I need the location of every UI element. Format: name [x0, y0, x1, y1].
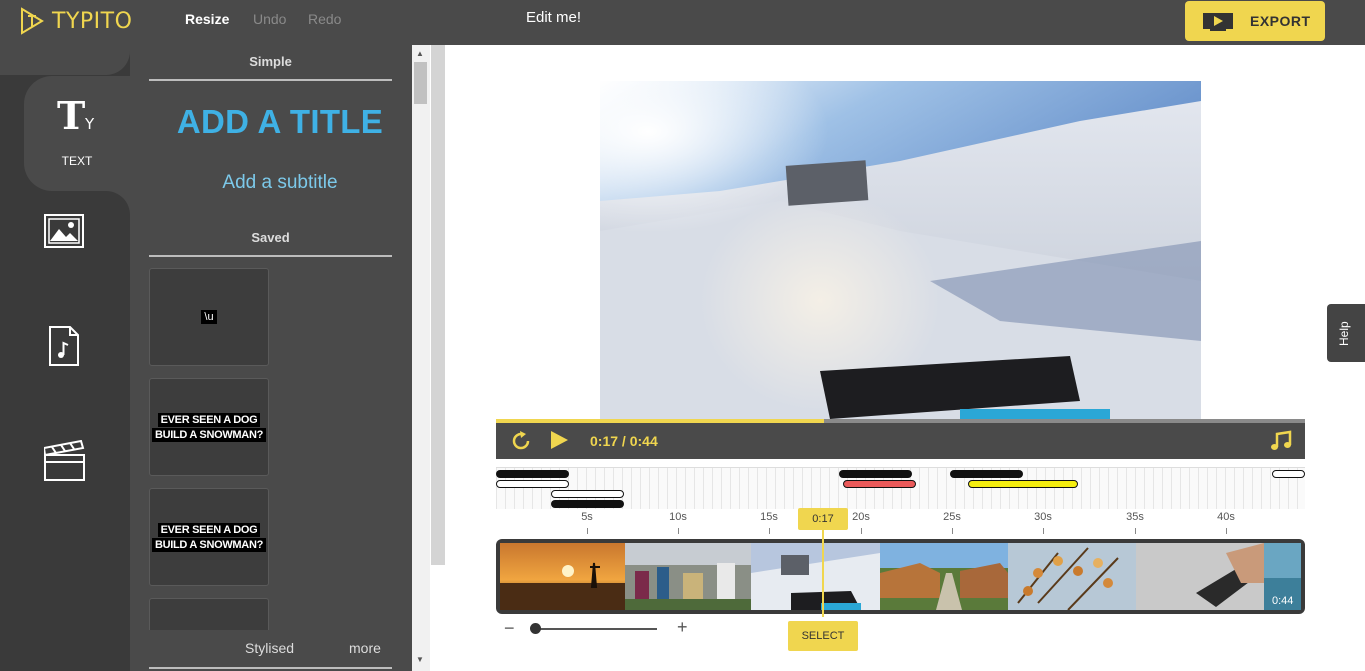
clapperboard-icon[interactable]: [44, 440, 86, 482]
typito-logo-icon: [21, 7, 44, 35]
saved-item-line: BUILD A SNOWMAN?: [151, 537, 267, 552]
export-button[interactable]: EXPORT: [1185, 1, 1325, 41]
clip-thumbnail-leaves[interactable]: [1008, 543, 1136, 610]
typito-logo[interactable]: TYPITO: [18, 6, 132, 36]
tab-stylised[interactable]: Stylised: [245, 640, 294, 656]
music-file-icon[interactable]: [49, 326, 79, 366]
text-track-clip[interactable]: [551, 500, 624, 508]
text-track-clip[interactable]: [839, 470, 912, 478]
clip-duration: 0:44: [1272, 595, 1294, 607]
undo-button[interactable]: Undo: [253, 11, 286, 27]
redo-button[interactable]: Redo: [308, 11, 341, 27]
panel-scrollbar[interactable]: [412, 45, 430, 671]
clip-thumbnail-snow[interactable]: [751, 543, 880, 610]
saved-item[interactable]: \u: [149, 268, 269, 366]
text-track-clip[interactable]: [1272, 470, 1305, 478]
tick-label: 15s: [760, 511, 778, 523]
export-label: EXPORT: [1250, 13, 1311, 29]
playhead-time[interactable]: 0:17: [798, 508, 848, 530]
text-icon: T Y: [57, 97, 95, 137]
clip-thumbnail-resort[interactable]: [880, 543, 1008, 610]
text-track-clip[interactable]: [496, 470, 569, 478]
svg-text:T: T: [57, 97, 85, 137]
text-track-clip[interactable]: [496, 480, 569, 488]
scrollbar-track: [431, 45, 445, 565]
current-time: 0:17: [590, 433, 619, 449]
saved-item[interactable]: EVER SEEN A DOG BUILD A SNOWMAN?: [149, 488, 269, 586]
tab-more[interactable]: more: [349, 640, 381, 656]
tick-label: 35s: [1126, 511, 1144, 523]
saved-item-line: EVER SEEN A DOG: [157, 412, 261, 427]
text-track-clip[interactable]: [950, 470, 1023, 478]
project-title[interactable]: Edit me!: [526, 9, 581, 26]
saved-header: Saved: [251, 230, 290, 245]
zoom-slider-track[interactable]: [535, 628, 657, 630]
tick-label: 20s: [852, 511, 870, 523]
music-note-icon[interactable]: [1270, 430, 1292, 452]
saved-item[interactable]: EVER SEEN A DOG BUILD A SNOWMAN?: [149, 378, 269, 476]
replay-icon[interactable]: [510, 430, 532, 452]
logo-text: TYPITO: [52, 8, 133, 34]
rail-cap: [0, 45, 130, 75]
text-track-clip[interactable]: [968, 480, 1078, 488]
clip-thumbnail-market[interactable]: [625, 543, 751, 610]
saved-item-text: \u: [201, 310, 217, 324]
text-track-clip[interactable]: [843, 480, 916, 488]
resize-button[interactable]: Resize: [185, 11, 229, 27]
time-display: 0:17 / 0:44: [590, 433, 658, 449]
help-label: Help: [1337, 321, 1351, 346]
tick-mark: [861, 528, 862, 534]
tick-mark: [1135, 528, 1136, 534]
tick-mark: [1226, 528, 1227, 534]
tick-mark: [678, 528, 679, 534]
tick-mark: [952, 528, 953, 534]
scrollbar-thumb[interactable]: [414, 62, 427, 104]
tick-label: 25s: [943, 511, 961, 523]
video-play-icon: [1203, 13, 1233, 31]
tick-label: 40s: [1217, 511, 1235, 523]
time-separator: /: [621, 433, 626, 449]
tick-mark: [769, 528, 770, 534]
total-time: 0:44: [629, 433, 658, 449]
simple-header: Simple: [249, 54, 292, 69]
saved-item-line: EVER SEEN A DOG: [157, 522, 261, 537]
svg-text:Y: Y: [84, 115, 95, 133]
scroll-up-icon[interactable]: ▲: [416, 49, 424, 58]
zoom-out-button[interactable]: −: [504, 618, 515, 639]
divider: [149, 667, 392, 669]
add-title-button[interactable]: ADD A TITLE: [149, 103, 411, 141]
clip-thumbnail-sunset[interactable]: [500, 543, 625, 610]
rail-text-label: TEXT: [61, 154, 93, 168]
play-icon[interactable]: [549, 430, 569, 450]
image-icon[interactable]: [44, 214, 84, 248]
overlay-tracks[interactable]: [496, 467, 1305, 509]
saved-item-line: BUILD A SNOWMAN?: [151, 427, 267, 442]
select-button[interactable]: SELECT: [788, 621, 858, 651]
tick-label: 10s: [669, 511, 687, 523]
tick-label: 5s: [581, 511, 593, 523]
playhead-line[interactable]: [822, 530, 824, 617]
text-track-clip[interactable]: [551, 490, 624, 498]
tick-mark: [1043, 528, 1044, 534]
zoom-slider-handle[interactable]: [530, 623, 541, 634]
clip-thumbnail-phone[interactable]: [1136, 543, 1264, 610]
tick-label: 30s: [1034, 511, 1052, 523]
zoom-in-button[interactable]: +: [677, 617, 688, 638]
divider: [149, 79, 392, 81]
add-subtitle-button[interactable]: Add a subtitle: [149, 172, 411, 194]
scroll-down-icon[interactable]: ▼: [416, 655, 424, 664]
video-preview[interactable]: [600, 81, 1201, 419]
divider: [149, 255, 392, 257]
rail-notch: [100, 191, 130, 221]
tick-mark: [587, 528, 588, 534]
